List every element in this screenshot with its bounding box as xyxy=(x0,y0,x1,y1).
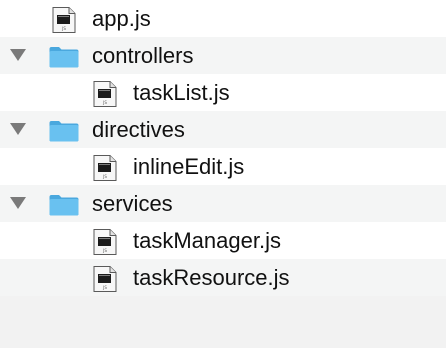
tree-row-file[interactable]: JS taskList.js xyxy=(0,74,446,111)
tree-row-folder[interactable]: services xyxy=(0,185,446,222)
file-tree: JS app.js controllers JS taskList.js dir… xyxy=(0,0,446,296)
js-file-icon: JS xyxy=(93,266,117,297)
folder-icon xyxy=(49,46,79,73)
disclosure-triangle-icon[interactable] xyxy=(10,123,26,135)
tree-row-file[interactable]: JS app.js xyxy=(0,0,446,37)
js-file-icon: JS xyxy=(93,229,117,260)
js-badge: JS xyxy=(61,26,66,31)
folder-icon xyxy=(49,120,79,147)
tree-row-label: app.js xyxy=(92,6,151,31)
js-file-icon: JS xyxy=(93,155,117,186)
tree-row-label: controllers xyxy=(92,43,194,68)
tree-row-label: taskResource.js xyxy=(133,265,290,290)
tree-row-label: directives xyxy=(92,117,185,142)
js-badge: JS xyxy=(102,174,107,179)
disclosure-triangle-icon[interactable] xyxy=(10,197,26,209)
tree-row-folder[interactable]: controllers xyxy=(0,37,446,74)
tree-row-label: taskManager.js xyxy=(133,228,281,253)
js-badge: JS xyxy=(102,285,107,290)
tree-row-folder[interactable]: directives xyxy=(0,111,446,148)
tree-row-label: taskList.js xyxy=(133,80,230,105)
tree-row-label: inlineEdit.js xyxy=(133,154,245,179)
tree-row-file[interactable]: JS inlineEdit.js xyxy=(0,148,446,185)
js-file-icon: JS xyxy=(52,7,76,38)
tree-empty-area xyxy=(0,296,446,348)
js-file-icon: JS xyxy=(93,81,117,112)
js-badge: JS xyxy=(102,100,107,105)
tree-row-file[interactable]: JS taskManager.js xyxy=(0,222,446,259)
tree-row-label: services xyxy=(92,191,173,216)
tree-row-file[interactable]: JS taskResource.js xyxy=(0,259,446,296)
disclosure-triangle-icon[interactable] xyxy=(10,49,26,61)
js-badge: JS xyxy=(102,248,107,253)
folder-icon xyxy=(49,194,79,221)
